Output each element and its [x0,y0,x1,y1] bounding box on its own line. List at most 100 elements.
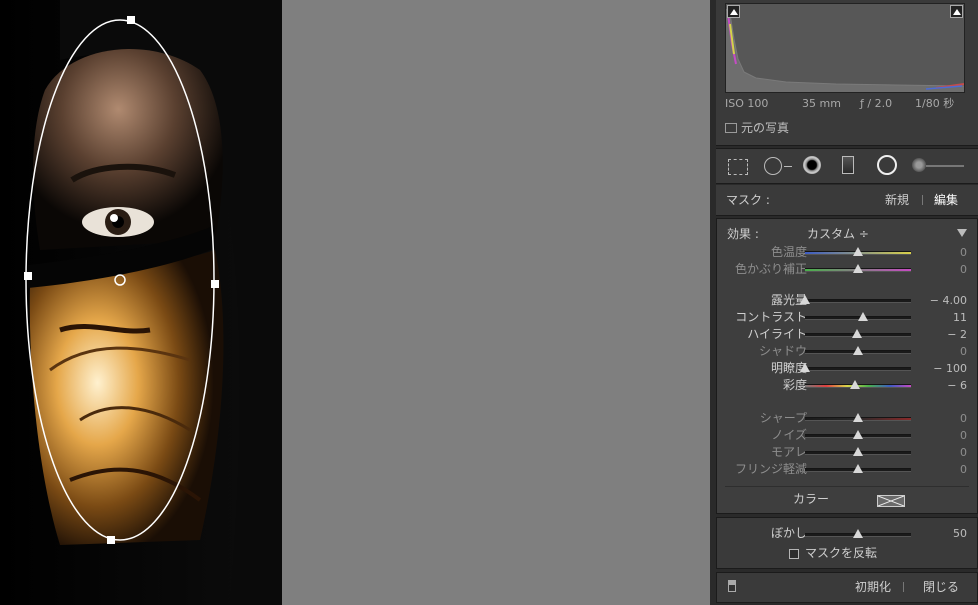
wb-label-1: 色かぶり補正 [734,262,807,276]
adjustment-brush-icon[interactable] [912,158,926,172]
tone-value-1[interactable]: 11 [953,311,967,325]
graduated-filter-icon[interactable] [842,156,854,174]
tone-slider-0[interactable] [800,295,911,304]
mask-label: マスク : [726,193,770,207]
detail-slider-thumb-1[interactable] [853,430,863,439]
detail-slider-thumb-2[interactable] [853,447,863,456]
feather-label: ぼかし [770,526,807,540]
tone-slider-3[interactable] [805,346,911,355]
histogram-graph[interactable] [725,3,965,93]
invert-mask-label[interactable]: マスクを反転 [805,546,877,560]
close-button[interactable]: 閉じる [923,580,959,594]
feather-slider[interactable] [805,529,911,538]
detail-slider-2[interactable] [805,447,911,456]
wb-slider-thumb-0[interactable] [853,247,863,256]
focal-length-info: 35 mm [802,97,841,110]
reset-button[interactable]: 初期化 [855,580,891,594]
tone-slider-thumb-5[interactable] [849,380,860,389]
handle-right [211,280,219,288]
mask-edit-button[interactable]: 編集 [934,193,958,207]
tone-value-2[interactable]: − 2 [947,328,967,342]
mask-new-button[interactable]: 新規 [885,193,909,207]
detail-label-0: シャープ [759,411,807,425]
tone-value-0[interactable]: − 4.00 [930,294,967,308]
wb-label-0: 色温度 [770,245,807,259]
no-color-cross-icon [878,496,904,506]
tone-slider-thumb-3[interactable] [853,346,863,355]
tone-slider-1[interactable] [805,312,911,321]
radial-filter-overlay[interactable] [0,0,282,605]
panel-collapse-triangle-icon[interactable] [957,229,967,237]
develop-right-panel: ISO 100 35 mm ƒ / 2.0 1/80 秒 元の写真 マスク : … [710,0,978,605]
detail-slider-thumb-0[interactable] [853,413,863,422]
wb-value-1[interactable]: 0 [960,263,967,277]
detail-label-3: フリンジ軽減 [734,462,807,476]
invert-mask-checkbox[interactable] [789,549,799,559]
mask-header: マスク : 新規 編集 [716,185,978,216]
aperture-info: ƒ / 2.0 [860,97,893,110]
original-photo-label[interactable]: 元の写真 [741,121,789,135]
footer-divider [903,582,904,592]
tone-slider-thumb-4[interactable] [800,363,810,372]
panel-footer: 初期化 閉じる [716,572,978,603]
wb-value-0[interactable]: 0 [960,246,967,260]
detail-slider-1[interactable] [805,430,911,439]
shadow-clipping-icon[interactable] [727,5,740,18]
radial-filter-icon[interactable] [877,155,897,175]
detail-slider-thumb-3[interactable] [853,464,863,473]
tone-slider-thumb-0[interactable] [800,295,810,304]
tone-slider-thumb-1[interactable] [858,312,869,321]
tone-slider-2[interactable] [805,329,911,338]
iso-info: ISO 100 [725,97,769,110]
adjustment-brush-slider-icon [926,165,964,167]
crop-overlay-icon[interactable] [728,159,748,175]
tone-slider-5[interactable] [805,380,911,389]
red-eye-icon[interactable] [803,156,821,174]
histogram-panel: ISO 100 35 mm ƒ / 2.0 1/80 秒 元の写真 [716,0,978,146]
tone-value-3[interactable]: 0 [960,345,967,359]
detail-label-1: ノイズ [771,428,807,442]
detail-slider-0[interactable] [805,413,911,422]
detail-value-0[interactable]: 0 [960,412,967,426]
handle-top [127,16,135,24]
center-pin [114,274,126,286]
tool-strip [716,148,978,184]
photo-canvas[interactable] [0,0,282,605]
handle-left [24,272,32,280]
handle-bottom [107,536,115,544]
histogram-curve [726,8,964,92]
tone-label-3: シャドウ [758,344,807,358]
panel-switch-icon[interactable] [728,580,736,592]
color-label: カラー [792,492,829,506]
spot-removal-arrow-icon [784,166,792,167]
wb-slider-thumb-1[interactable] [853,264,863,273]
highlight-clipping-icon[interactable] [950,5,963,18]
divider [725,486,969,487]
wb-slider-1[interactable] [805,264,911,273]
detail-value-3[interactable]: 0 [960,463,967,477]
adjustments-panel: 効果 : カスタム ÷ 色温度 0 色かぶり補正 0 露光量 − 4.00 コントラスト 1… [716,218,978,514]
tone-label-2: ハイライト [747,327,807,341]
effect-preset-select[interactable]: カスタム ÷ [807,227,869,241]
tone-value-5[interactable]: − 6 [947,379,967,393]
wb-slider-0[interactable] [805,247,911,256]
feather-value[interactable]: 50 [953,527,967,541]
shutter-info: 1/80 秒 [915,97,955,110]
detail-slider-3[interactable] [805,464,911,473]
detail-label-2: モアレ [770,445,807,459]
tone-slider-4[interactable] [800,363,911,372]
detail-value-1[interactable]: 0 [960,429,967,443]
mask-header-divider [922,195,923,205]
effect-label: 効果 : [727,227,759,241]
feather-panel: ぼかし 50 マスクを反転 [716,517,978,569]
tone-label-5: 彩度 [782,378,807,392]
tone-label-1: コントラスト [735,310,807,324]
tone-value-4[interactable]: − 100 [933,362,967,376]
workspace-background [282,0,710,605]
feather-slider-thumb[interactable] [853,529,863,538]
tone-slider-thumb-2[interactable] [851,329,862,338]
spot-removal-icon[interactable] [764,157,782,175]
detail-value-2[interactable]: 0 [960,446,967,460]
color-swatch[interactable] [877,495,905,507]
original-photo-checkbox[interactable] [725,123,737,133]
